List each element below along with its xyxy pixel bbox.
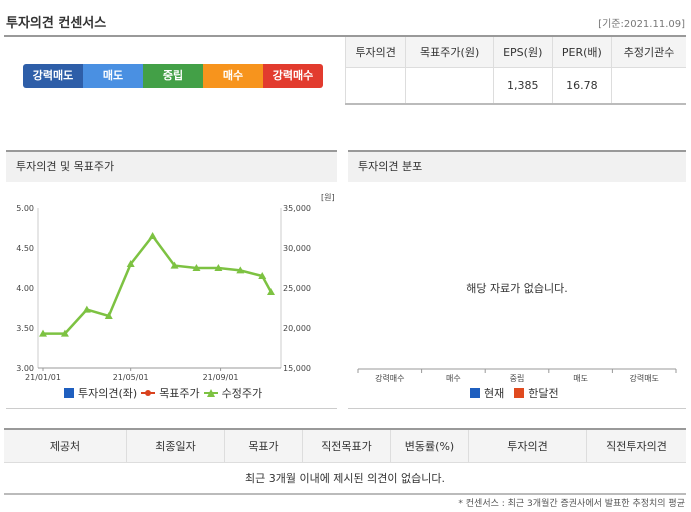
summary-per: 16.78 — [551, 67, 612, 105]
price-series-line — [43, 233, 273, 335]
opinion-target-panel: 투자의견 및 목표주가 — [6, 150, 337, 182]
legend-prev-swatch — [514, 388, 525, 398]
y-right-tick-label: 30,000 — [283, 244, 311, 253]
legend-opinion-swatch — [64, 388, 74, 398]
scale-sell: 매도 — [83, 64, 143, 88]
summary-eps: 1,385 — [492, 67, 553, 105]
distribution-category-label: 강력매도 — [629, 373, 658, 383]
distribution-axis: 강력매수 매수 중립 매도 강력매도 — [357, 368, 677, 383]
summary-header-target: 목표주가(원) — [405, 37, 494, 68]
col-change: 변동률(%) — [390, 428, 469, 463]
legend-opinion: 투자의견(좌) — [78, 387, 138, 400]
price-point — [148, 232, 157, 239]
price-point — [82, 305, 91, 313]
panel-title-right: 투자의견 분포 — [348, 150, 686, 182]
distribution-category-label: 매수 — [446, 374, 461, 383]
summary-opinion — [344, 67, 406, 105]
summary-target — [405, 67, 494, 105]
x-tick-label: 21/01/01 — [25, 373, 61, 382]
panel-title-left: 투자의견 및 목표주가 — [6, 150, 337, 182]
legend-price: 수정주가 — [221, 387, 263, 400]
scale-strong-buy: 강력매수 — [263, 64, 323, 88]
opinion-scale: 강력매도 매도 중립 매수 강력매수 — [23, 64, 323, 88]
y-left-tick-label: 3.00 — [16, 364, 34, 373]
legend-current-swatch — [470, 388, 480, 398]
distribution-category-label: 매도 — [573, 374, 588, 383]
col-provider: 제공처 — [4, 428, 127, 463]
y-right-tick-label: 15,000 — [283, 364, 311, 373]
y-left-tick-label: 4.50 — [16, 244, 34, 253]
summary-header-opinion: 투자의견 — [344, 37, 406, 68]
left-legend: 투자의견(좌) 목표주가 수정주가 — [64, 385, 262, 401]
legend-target-swatch — [141, 390, 156, 396]
summary-header-count: 추정기관수 — [611, 37, 686, 68]
distribution-category-label: 중립 — [510, 374, 525, 383]
no-data-message: 해당 자료가 없습니다. — [466, 282, 568, 295]
legend-target: 목표주가 — [159, 387, 200, 400]
opinion-distribution-panel: 투자의견 분포 — [348, 150, 686, 182]
y-left-tick-label: 3.50 — [16, 324, 34, 333]
page-title: 투자의견 컨센서스 — [6, 16, 107, 31]
scale-buy: 매수 — [203, 64, 263, 88]
y-right-tick-label: 25,000 — [283, 284, 311, 293]
divider — [6, 408, 337, 409]
legend-current: 현재 — [484, 387, 505, 400]
reference-date: [기준:2021.11.09] — [598, 19, 685, 30]
summary-count — [611, 67, 686, 105]
col-target: 목표가 — [224, 428, 303, 463]
col-last-date: 최종일자 — [126, 428, 225, 463]
summary-header-per: PER(배) — [551, 37, 612, 68]
y-right-tick-label: 20,000 — [283, 324, 311, 333]
y-right-unit-label: [원] — [321, 193, 335, 202]
col-prev-target: 직전목표가 — [302, 428, 391, 463]
distribution-category-label: 강력매수 — [375, 373, 404, 383]
summary-header-eps: EPS(원) — [492, 37, 553, 68]
x-tick-label: 21/09/01 — [203, 373, 239, 382]
y-right-tick-label: 35,000 — [283, 204, 311, 213]
x-tick-label: 21/05/01 — [113, 373, 149, 382]
empty-row-message: 최근 3개월 이내에 제시된 의견이 없습니다. — [4, 462, 686, 495]
scale-strong-sell: 강력매도 — [23, 64, 83, 88]
right-legend: 현재 한달전 — [470, 385, 559, 401]
col-prev-opinion: 직전투자의견 — [586, 428, 686, 463]
divider — [348, 408, 686, 409]
col-opinion: 투자의견 — [468, 428, 587, 463]
footnote: * 컨센서스 : 최근 3개월간 증권사에서 발표한 추정치의 평균 — [458, 499, 685, 509]
legend-prev: 한달전 — [528, 387, 559, 400]
broker-opinion-table: 제공처 최종일자 목표가 직전목표가 변동률(%) 투자의견 직전투자의견 최근… — [4, 428, 686, 495]
opinion-target-chart: 5.00 4.50 4.00 3.50 3.00 35,000 30,000 25,000 20… — [16, 193, 335, 382]
legend-price-swatch — [203, 389, 218, 397]
y-left-tick-label: 5.00 — [16, 204, 34, 213]
scale-neutral: 중립 — [143, 64, 203, 88]
consensus-summary-table: 투자의견 목표주가(원) EPS(원) PER(배) 추정기관수 1,385 1… — [344, 37, 686, 105]
y-left-tick-label: 4.00 — [16, 284, 34, 293]
